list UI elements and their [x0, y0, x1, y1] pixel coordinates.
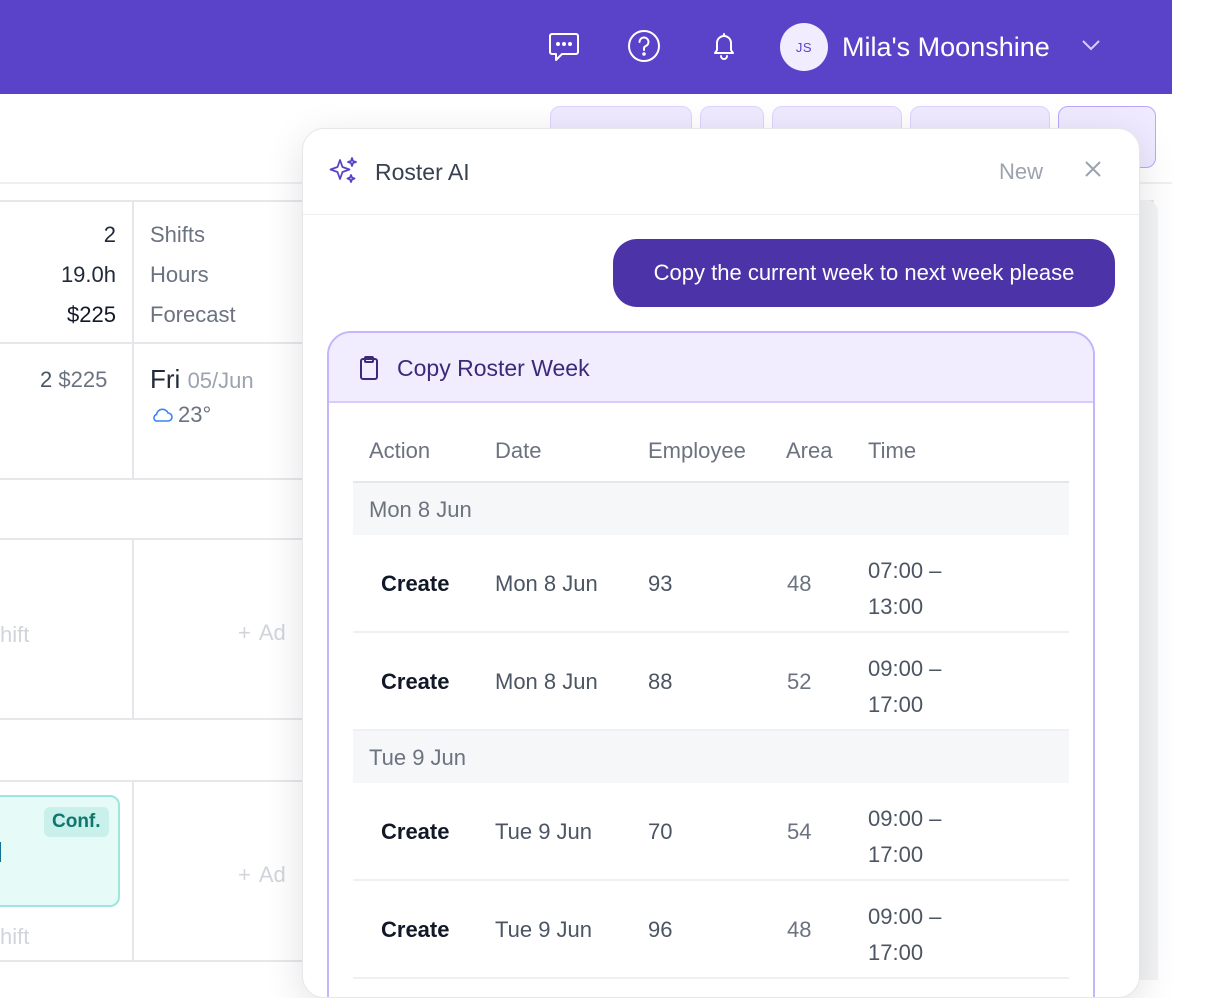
clipboard-icon	[357, 355, 381, 381]
table-row: Create Tue 9 Jun 96 48 09:00 – 17:00	[353, 881, 1069, 979]
card-header: Copy Roster Week	[329, 333, 1093, 403]
help-icon[interactable]	[624, 26, 664, 66]
chevron-down-icon[interactable]	[1080, 36, 1104, 56]
chat-icon[interactable]	[544, 26, 584, 66]
cell-area: 54	[787, 819, 812, 844]
cell-date: Tue 9 Jun	[495, 917, 593, 942]
copy-roster-card: Copy Roster Week Action Date Employee Ar…	[327, 331, 1095, 997]
group-row: Mon 8 Jun	[353, 483, 1069, 535]
bell-icon[interactable]	[704, 26, 744, 66]
cell-area: 48	[787, 917, 812, 942]
column-header-employee: Employee	[648, 438, 746, 463]
time-end: 17:00	[868, 692, 924, 717]
stat-hours-label: Hours	[150, 262, 209, 287]
user-message: Copy the current week to next week pleas…	[613, 239, 1115, 307]
cell-employee: 93	[648, 571, 673, 596]
cell-date: Mon 8 Jun	[495, 571, 598, 596]
day-name: Fri	[150, 364, 181, 394]
stat-forecast-value: $225	[67, 302, 116, 327]
cloud-icon	[153, 408, 173, 422]
cell-action: Create	[381, 819, 450, 844]
stat-shifts-value: 2	[103, 222, 116, 247]
group-row: Tue 9 Jun	[353, 731, 1069, 783]
add-shift-label[interactable]: hift	[0, 924, 29, 950]
roster-ai-panel: Roster AI New Copy the current week to n…	[302, 128, 1140, 998]
time-start: 09:00 –	[868, 806, 942, 831]
cell-action: Create	[381, 917, 450, 942]
user-name[interactable]: Mila's Moonshine	[842, 32, 1050, 63]
plus-icon: +	[238, 620, 251, 645]
panel-header: Roster AI New	[303, 129, 1139, 215]
add-shift-text: Ad	[258, 862, 286, 887]
card-title: Copy Roster Week	[397, 355, 590, 381]
stat-forecast-label: Forecast	[150, 302, 236, 327]
stat-hours-value: 19.0h	[60, 262, 116, 287]
grid-line	[132, 538, 134, 718]
add-shift-button[interactable]: + Ad	[238, 620, 286, 646]
day-summary: 2 $225	[40, 367, 107, 393]
weather: 23°	[150, 402, 211, 428]
panel-title: Roster AI	[375, 159, 470, 185]
top-bar: JS Mila's Moonshine	[0, 0, 1172, 94]
new-chat-button[interactable]: New	[999, 159, 1043, 185]
grid-edge	[1138, 200, 1158, 980]
column-header-area: Area	[786, 438, 833, 463]
time-end: 13:00	[868, 594, 924, 619]
cell-employee: 96	[648, 917, 673, 942]
table-row: Create Mon 8 Jun 93 48 07:00 – 13:00	[353, 535, 1069, 633]
column-header-date: Date	[495, 438, 542, 463]
add-shift-button[interactable]: + Ad	[238, 862, 286, 888]
cell-date: Mon 8 Jun	[495, 669, 598, 694]
time-start: 07:00 –	[868, 558, 942, 583]
cell-date: Tue 9 Jun	[495, 819, 593, 844]
table-row: Create Mon 8 Jun 88 52 09:00 – 17:00	[353, 633, 1069, 731]
add-shift-label[interactable]: hift	[0, 622, 29, 648]
sparkle-icon	[327, 155, 359, 187]
close-icon[interactable]	[1081, 157, 1109, 185]
group-label: Tue 9 Jun	[369, 745, 467, 770]
plus-icon: +	[238, 862, 251, 887]
grid-line	[132, 780, 134, 960]
time-end: 17:00	[868, 940, 924, 965]
avatar[interactable]: JS	[780, 23, 828, 71]
cell-action: Create	[381, 669, 450, 694]
weather-temp: 23°	[178, 402, 212, 427]
column-header-time: Time	[868, 438, 917, 463]
grid-line	[132, 200, 134, 478]
cell-time: 09:00 – 17:00	[868, 801, 941, 873]
cell-area: 48	[787, 571, 812, 596]
day-date: 05/Jun	[187, 368, 254, 393]
day-shift-count: 2	[40, 367, 53, 392]
add-shift-text: Ad	[258, 620, 286, 645]
table-row: Create Tue 9 Jun 70 54 09:00 – 17:00	[353, 783, 1069, 881]
cell-action: Create	[381, 571, 450, 596]
cell-time: 07:00 – 13:00	[868, 553, 941, 625]
status-badge: Conf.	[44, 807, 109, 837]
cell-area: 52	[787, 669, 812, 694]
time-start: 09:00 –	[868, 656, 942, 681]
cell-employee: 88	[648, 669, 673, 694]
column-header-action: Action	[369, 438, 431, 463]
group-label: Mon 8 Jun	[369, 497, 472, 522]
day-header[interactable]: Fri 05/Jun	[150, 364, 254, 395]
shift-marker	[0, 842, 1, 862]
cell-time: 09:00 – 17:00	[868, 651, 941, 723]
time-start: 09:00 –	[868, 904, 942, 929]
cell-employee: 70	[648, 819, 673, 844]
day-cost: $225	[58, 367, 108, 392]
stat-shifts-label: Shifts	[150, 222, 206, 247]
time-end: 17:00	[868, 842, 924, 867]
cell-time: 09:00 – 17:00	[868, 899, 941, 971]
